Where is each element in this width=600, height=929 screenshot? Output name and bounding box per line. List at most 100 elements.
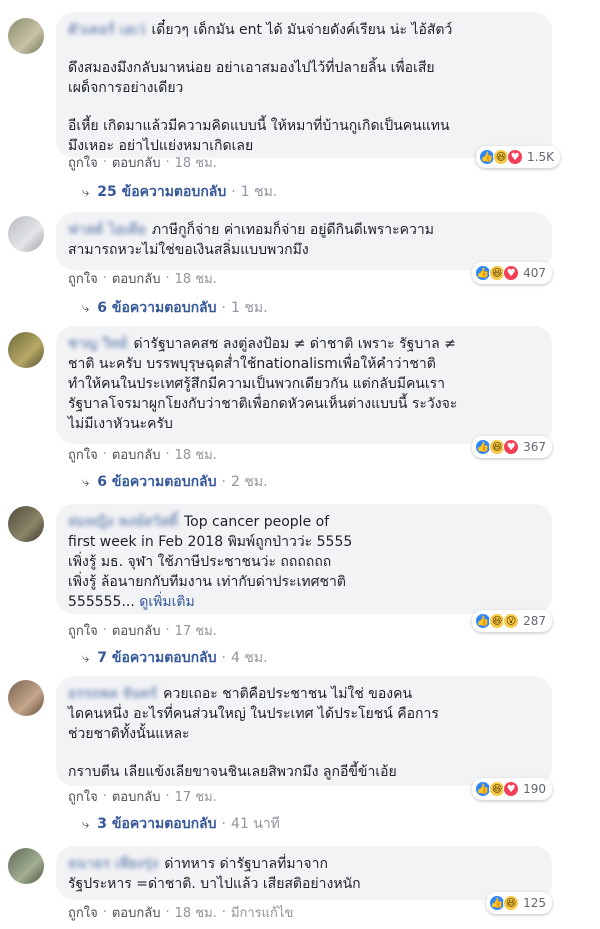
comment-actions: ถูกใจ · ตอบกลับ · 17 ชม. — [68, 620, 217, 640]
comment-author[interactable]: สมหญิง พงษ์สวัสดิ์ — [68, 512, 178, 532]
reply-link[interactable]: ตอบกลับ — [112, 444, 161, 465]
comment-time[interactable]: 17 ชม. — [175, 620, 217, 641]
reaction-summary[interactable]: 👍 😆 125 — [486, 892, 552, 914]
edited-label[interactable]: มีการแก้ไข — [231, 902, 293, 923]
reply-link[interactable]: ตอบกลับ — [112, 620, 161, 641]
reaction-count: 407 — [523, 266, 546, 280]
comment-text: ชาญ วิทย์ ด่ารัฐบาลคสช ลงตู่ลงป้อม ≠ ด่าช… — [68, 334, 540, 434]
avatar[interactable] — [8, 680, 44, 716]
separator: · — [102, 904, 107, 920]
view-replies[interactable]: ⤷ 3 ข้อความตอบกลับ · 41 นาที — [82, 814, 280, 834]
comment-time[interactable]: 18 ชม. — [175, 902, 217, 923]
reaction-summary[interactable]: 👍 😆 ♥ 407 — [472, 262, 552, 284]
replies-time: 41 นาที — [230, 816, 280, 832]
reaction-count: 190 — [523, 782, 546, 796]
separator: · — [102, 154, 107, 170]
comment-bubble: ฟาสต์ ไอเดีย ภาษีกูก็จ่าย ค่าเทอมก็จ่าย อ… — [56, 212, 552, 270]
reply-arrow-icon: ⤷ — [82, 300, 90, 316]
replies-time: 4 ชม. — [230, 650, 268, 666]
like-link[interactable]: ถูกใจ — [68, 620, 98, 641]
reply-arrow-icon: ⤷ — [82, 474, 90, 490]
avatar[interactable] — [8, 18, 44, 54]
comment-text: ฟาสต์ ไอเดีย ภาษีกูก็จ่าย ค่าเทอมก็จ่าย อ… — [68, 220, 540, 260]
reaction-summary[interactable]: 👍 😆 ♥ 190 — [472, 778, 552, 800]
comment-time[interactable]: 18 ชม. — [175, 444, 217, 465]
love-reaction-icon: ♥ — [503, 439, 520, 455]
avatar[interactable] — [8, 848, 44, 884]
separator: · — [221, 904, 226, 920]
avatar[interactable] — [8, 216, 44, 252]
reply-link[interactable]: ตอบกลับ — [112, 786, 161, 807]
separator: · — [165, 904, 170, 920]
reaction-count: 367 — [523, 440, 546, 454]
reaction-summary[interactable]: 👍 😆 😮 287 — [472, 610, 552, 632]
view-replies[interactable]: ⤷ 7 ข้อความตอบกลับ · 4 ชม. — [82, 648, 268, 668]
comment-text: ธนาธร เพียงรุ่ง ด่าทหาร ด่ารัฐบาลที่มาจาก… — [68, 854, 540, 894]
like-link[interactable]: ถูกใจ — [68, 268, 98, 289]
comment-author[interactable]: อรรถพล จันทร์ — [68, 684, 157, 704]
replies-time: 1 ชม. — [230, 300, 268, 316]
view-replies[interactable]: ⤷ 6 ข้อความตอบกลับ · 1 ชม. — [82, 298, 268, 318]
comment-bubble: อรรถพล จันทร์ ควยเถอะ ชาติคือประชาชน ไม่ใ… — [56, 676, 552, 786]
view-replies[interactable]: ⤷ 25 ข้อความตอบกลับ · 1 ชม. — [82, 182, 277, 202]
like-link[interactable]: ถูกใจ — [68, 444, 98, 465]
reaction-count: 287 — [523, 614, 546, 628]
reply-link[interactable]: ตอบกลับ — [112, 152, 161, 173]
reaction-count: 1.5K — [527, 150, 554, 164]
comment-paragraph: อีเหี้ย เกิดมาแล้วมีความคิดแบบนี้ ให้หมา… — [68, 118, 450, 154]
comment-bubble: ชาญ วิทย์ ด่ารัฐบาลคสช ลงตู่ลงป้อม ≠ ด่าช… — [56, 326, 552, 444]
separator: · — [102, 446, 107, 462]
comment-time[interactable]: 17 ชม. — [175, 786, 217, 807]
replies-time: 1 ชม. — [240, 184, 278, 200]
reply-link[interactable]: ตอบกลับ — [112, 268, 161, 289]
love-reaction-icon: ♥ — [507, 149, 524, 165]
comment-text: อรรถพล จันทร์ ควยเถอะ ชาติคือประชาชน ไม่ใ… — [68, 684, 540, 744]
comment-author[interactable]: ฟาสต์ ไอเดีย — [68, 220, 146, 240]
separator: · — [165, 446, 170, 462]
separator: · — [102, 270, 107, 286]
comment-author[interactable]: ชาญ วิทย์ — [68, 334, 127, 354]
avatar[interactable] — [8, 506, 44, 542]
comment-author[interactable]: ธนาธร เพียงรุ่ง — [68, 854, 158, 874]
like-link[interactable]: ถูกใจ — [68, 902, 98, 923]
comment-author[interactable]: ตัวเตอร์ เอเว่ — [68, 20, 145, 40]
reaction-summary[interactable]: 👍 😆 ♥ 367 — [472, 436, 552, 458]
comment-text: ตัวเตอร์ เอเว่ เดี๋ยวๆ เด็กมัน ent ได้ มั… — [68, 20, 540, 40]
comment-actions: ถูกใจ · ตอบกลับ · 17 ชม. — [68, 786, 217, 806]
comment-text: สมหญิง พงษ์สวัสดิ์ Top cancer people of f… — [68, 512, 540, 612]
replies-count-link[interactable]: 6 ข้อความตอบกลับ — [97, 297, 216, 319]
separator: · — [231, 184, 236, 200]
replies-time: 2 ชม. — [230, 474, 268, 490]
avatar[interactable] — [8, 332, 44, 368]
separator: · — [165, 154, 170, 170]
replies-count-link[interactable]: 7 ข้อความตอบกลับ — [97, 647, 216, 669]
like-link[interactable]: ถูกใจ — [68, 786, 98, 807]
separator: · — [165, 788, 170, 804]
reply-arrow-icon: ⤷ — [82, 184, 90, 200]
separator: · — [102, 622, 107, 638]
reaction-count: 125 — [523, 896, 546, 910]
comment-paragraph: เดี๋ยวๆ เด็กมัน ent ได้ มันจ่ายดังค์เรีย… — [151, 22, 453, 38]
separator: · — [221, 816, 226, 832]
comment-bubble: ตัวเตอร์ เอเว่ เดี๋ยวๆ เด็กมัน ent ได้ มั… — [56, 12, 552, 158]
wow-reaction-icon: 😮 — [503, 613, 520, 629]
reaction-summary[interactable]: 👍 😆 ♥ 1.5K — [476, 146, 560, 168]
separator: · — [221, 300, 226, 316]
replies-count-link[interactable]: 25 ข้อความตอบกลับ — [97, 181, 226, 203]
comment-actions: ถูกใจ · ตอบกลับ · 18 ชม. · มีการแก้ไข — [68, 902, 293, 922]
haha-reaction-icon: 😆 — [503, 895, 520, 911]
comment-paragraph: ดึงสมองมึงกลับมาหน่อย อย่าเอาสมองไปไว้ที… — [68, 60, 435, 96]
like-link[interactable]: ถูกใจ — [68, 152, 98, 173]
comment-time[interactable]: 18 ชม. — [175, 152, 217, 173]
separator: · — [221, 474, 226, 490]
separator: · — [165, 622, 170, 638]
comment-bubble: ธนาธร เพียงรุ่ง ด่าทหาร ด่ารัฐบาลที่มาจาก… — [56, 846, 552, 900]
see-more-link[interactable]: ดูเพิ่มเติม — [139, 594, 194, 610]
comment-time[interactable]: 18 ชม. — [175, 268, 217, 289]
replies-count-link[interactable]: 6 ข้อความตอบกลับ — [97, 471, 216, 493]
view-replies[interactable]: ⤷ 6 ข้อความตอบกลับ · 2 ชม. — [82, 472, 268, 492]
replies-count-link[interactable]: 3 ข้อความตอบกลับ — [97, 813, 216, 835]
comment-paragraph: กราบตีน เลียแข้งเลียขาจนชินเลยสิพวกมึง ล… — [68, 764, 397, 780]
separator: · — [165, 270, 170, 286]
reply-link[interactable]: ตอบกลับ — [112, 902, 161, 923]
